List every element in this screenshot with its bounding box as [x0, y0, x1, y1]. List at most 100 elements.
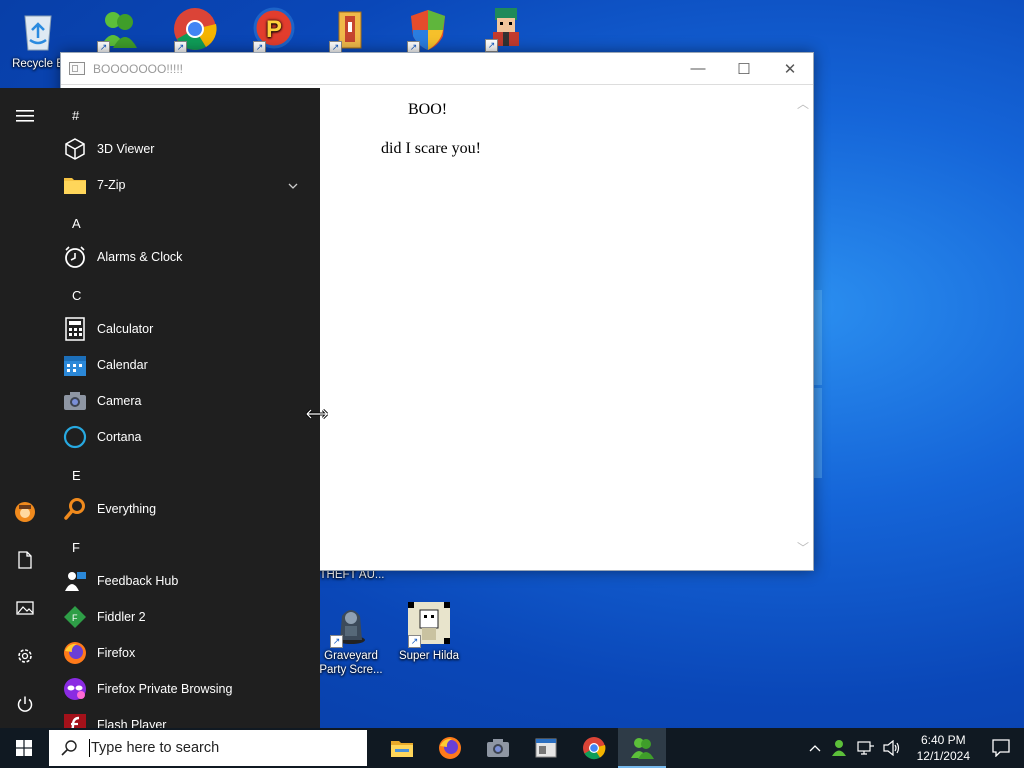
letter-header-c[interactable]: C: [72, 288, 81, 303]
desktop-icon-shield[interactable]: ↗: [390, 6, 466, 55]
firefox-private-icon: [62, 676, 88, 702]
documents-icon[interactable]: [0, 540, 50, 580]
scroll-down-icon[interactable]: ﹀: [797, 539, 809, 556]
app-label: Flash Player: [97, 718, 167, 728]
messenger-icon: [631, 738, 654, 759]
app-cortana[interactable]: Cortana: [60, 419, 310, 455]
desktop-icon-graveyard-party[interactable]: ↗ Graveyard Party Scre...: [313, 600, 389, 677]
graveyard-icon: ↗: [328, 600, 374, 648]
feedback-hub-icon: [62, 568, 88, 594]
folder-icon: [62, 172, 88, 198]
shield-icon: ↗: [405, 6, 451, 54]
recycle-bin-icon: [15, 8, 61, 54]
app-label: Cortana: [97, 430, 142, 444]
desktop-icon-super-hilda[interactable]: ↗ Super Hilda: [391, 600, 467, 663]
clock-date: 12/1/2024: [916, 749, 970, 763]
minimize-button[interactable]: —: [675, 53, 721, 84]
app-label: Feedback Hub: [97, 574, 179, 588]
settings-icon[interactable]: [0, 636, 50, 676]
scroll-up-icon[interactable]: ︿: [797, 95, 809, 112]
svg-text:F: F: [72, 613, 78, 623]
taskbar-search-box[interactable]: Type here to search: [49, 730, 367, 766]
camera-icon: [62, 388, 88, 414]
volume-icon[interactable]: [879, 740, 907, 756]
start-rail: [0, 88, 50, 728]
app-label: Firefox: [97, 646, 136, 660]
svg-text:P: P: [266, 16, 282, 43]
windows-logo-icon: [16, 740, 32, 756]
user-avatar-icon[interactable]: [0, 492, 50, 532]
start-button[interactable]: [0, 728, 48, 768]
tray-people-icon[interactable]: [827, 739, 853, 757]
hamburger-menu-icon[interactable]: [0, 96, 50, 136]
flash-player-icon: [62, 712, 88, 728]
desktop-icon-label: Graveyard Party Scre...: [319, 650, 383, 676]
search-icon: [61, 740, 77, 756]
taskbar-firefox[interactable]: [426, 728, 474, 768]
app-3d-viewer[interactable]: 3D Viewer: [60, 131, 310, 167]
app-calculator[interactable]: Calculator: [60, 311, 310, 347]
action-center-icon[interactable]: [980, 739, 1024, 757]
letter-header-a[interactable]: A: [72, 216, 81, 231]
app-label: 3D Viewer: [97, 142, 155, 156]
app-everything[interactable]: Everything: [60, 491, 310, 527]
letter-header-hash[interactable]: #: [72, 108, 79, 123]
app-feedback-hub[interactable]: Feedback Hub: [60, 563, 310, 599]
maximize-button[interactable]: ☐: [721, 53, 767, 84]
cortana-icon: [62, 424, 88, 450]
firefox-icon: [439, 737, 461, 759]
letter-header-f[interactable]: F: [72, 540, 80, 555]
search-magnifier-icon: [62, 496, 88, 522]
taskbar-window-app[interactable]: [522, 728, 570, 768]
desktop-icon-character[interactable]: ↗: [468, 4, 544, 53]
taskbar-camera[interactable]: [474, 728, 522, 768]
messenger-icon: ↗: [95, 6, 141, 54]
app-calendar[interactable]: Calendar: [60, 347, 310, 383]
power-icon[interactable]: [0, 684, 50, 724]
app-alarms-clock[interactable]: Alarms & Clock: [60, 239, 310, 275]
start-menu: # 3D Viewer 7-Zip A Alarms & Clock C Cal…: [0, 88, 320, 728]
app-label: Calendar: [97, 358, 148, 372]
window-app-icon: [535, 738, 557, 758]
taskbar-clock[interactable]: 6:40 PM 12/1/2024: [907, 732, 980, 764]
app-label: Everything: [97, 502, 157, 516]
alarm-clock-icon: [62, 244, 88, 270]
boo-heading: BOO!: [408, 101, 448, 118]
app-flash-player[interactable]: Flash Player: [60, 707, 310, 728]
firefox-icon: [62, 640, 88, 666]
window-title: BOOOOOOO!!!!!: [93, 61, 184, 76]
calculator-icon: [62, 316, 88, 342]
app-firefox-private[interactable]: Firefox Private Browsing: [60, 671, 310, 707]
camera-icon: [487, 739, 509, 757]
network-icon[interactable]: [853, 740, 879, 756]
desktop-icon-p-app[interactable]: P ↗: [236, 6, 312, 55]
letter-header-e[interactable]: E: [72, 468, 81, 483]
close-button[interactable]: ✕: [767, 53, 813, 84]
app-label: Firefox Private Browsing: [97, 682, 233, 696]
desktop-icon-messenger[interactable]: ↗: [80, 6, 156, 55]
archive-icon: ↗: [327, 6, 373, 54]
shortcut-arrow-icon: ↗: [485, 39, 498, 52]
search-caret: [89, 739, 90, 757]
shortcut-arrow-icon: ↗: [408, 635, 421, 648]
taskbar-messenger[interactable]: [618, 728, 666, 768]
app-7-zip[interactable]: 7-Zip: [60, 167, 310, 203]
app-label: Camera: [97, 394, 142, 408]
chevron-down-icon[interactable]: [288, 178, 298, 192]
app-camera[interactable]: Camera: [60, 383, 310, 419]
app-firefox[interactable]: Firefox: [60, 635, 310, 671]
app-fiddler[interactable]: F Fiddler 2: [60, 599, 310, 635]
taskbar-file-explorer[interactable]: [378, 728, 426, 768]
app-label: 7-Zip: [97, 178, 126, 192]
desktop-icon-chrome[interactable]: ↗: [157, 6, 233, 55]
pictures-icon[interactable]: [0, 588, 50, 628]
taskbar: Type here to search 6:40 PM 12/1/2024: [0, 728, 1024, 768]
p-app-icon: P ↗: [251, 6, 297, 54]
taskbar-chrome[interactable]: [570, 728, 618, 768]
app-list: # 3D Viewer 7-Zip A Alarms & Clock C Cal…: [60, 88, 320, 728]
desktop-icon-archive[interactable]: ↗: [312, 6, 388, 55]
show-hidden-icons-chevron-icon[interactable]: [803, 744, 827, 752]
app-label: Alarms & Clock: [97, 250, 183, 264]
window-titlebar[interactable]: BOOOOOOO!!!!! — ☐ ✕: [61, 53, 813, 85]
chrome-icon: [583, 737, 606, 760]
